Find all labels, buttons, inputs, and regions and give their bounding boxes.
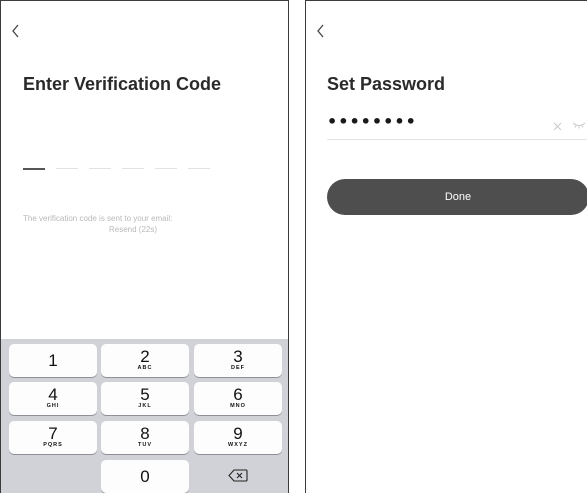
- verification-code-input[interactable]: [23, 168, 213, 172]
- done-button[interactable]: Done: [327, 179, 587, 215]
- verification-screen: Enter Verification Code The verification…: [0, 0, 289, 493]
- key-4[interactable]: 4 GHI: [9, 382, 97, 415]
- backspace-icon: [228, 469, 248, 482]
- key-6[interactable]: 6 MNO: [194, 382, 282, 415]
- key-5[interactable]: 5 JKL: [101, 382, 189, 415]
- key-empty: [9, 460, 97, 493]
- verification-info-text: The verification code is sent to your em…: [23, 214, 173, 223]
- key-0[interactable]: 0: [101, 460, 189, 493]
- key-letters: WXYZ: [228, 442, 248, 448]
- key-letters: JKL: [138, 403, 152, 409]
- key-letters: TUV: [138, 442, 152, 448]
- password-input[interactable]: ••••••••: [327, 112, 417, 131]
- key-digit: 5: [140, 385, 150, 404]
- code-slot: [188, 168, 210, 169]
- backspace-key[interactable]: [194, 460, 282, 493]
- key-letters: GHI: [46, 403, 60, 409]
- key-letters: DEF: [231, 365, 245, 371]
- key-digit: 3: [233, 347, 243, 366]
- key-digit: 1: [48, 351, 58, 370]
- password-field-row: ••••••••: [327, 109, 587, 140]
- code-slot: [89, 168, 111, 169]
- key-letters: MNO: [230, 403, 246, 409]
- code-slot: [155, 168, 177, 169]
- key-1[interactable]: 1: [9, 344, 97, 377]
- key-digit: 6: [233, 385, 243, 404]
- key-digit: 9: [233, 424, 243, 443]
- key-2[interactable]: 2 ABC: [101, 344, 189, 377]
- key-letters: PQRS: [43, 442, 63, 448]
- key-digit: 2: [140, 347, 150, 366]
- key-7[interactable]: 7 PQRS: [9, 421, 97, 454]
- key-3[interactable]: 3 DEF: [194, 344, 282, 377]
- key-digit: 4: [48, 385, 58, 404]
- numeric-keypad: 1 2 ABC 3 DEF 4 GHI 5 JKL 6 MNO 7 PQRS 8…: [1, 339, 288, 493]
- key-digit: 8: [140, 424, 150, 443]
- chevron-left-icon[interactable]: [316, 23, 330, 45]
- chevron-left-icon[interactable]: [11, 23, 25, 45]
- key-digit: 7: [48, 424, 58, 443]
- key-8[interactable]: 8 TUV: [101, 421, 189, 454]
- set-password-screen: Set Password •••••••• Done: [305, 0, 587, 493]
- code-slot: [23, 168, 45, 170]
- code-slot: [56, 168, 78, 169]
- key-digit: 0: [140, 467, 150, 486]
- eye-off-icon[interactable]: [572, 117, 586, 129]
- key-letters: ABC: [137, 365, 153, 371]
- page-title: Set Password: [327, 74, 446, 94]
- key-9[interactable]: 9 WXYZ: [194, 421, 282, 454]
- code-slot: [122, 168, 144, 169]
- resend-link[interactable]: Resend (22s): [109, 225, 157, 234]
- page-title: Enter Verification Code: [23, 74, 222, 94]
- close-icon[interactable]: [553, 118, 562, 131]
